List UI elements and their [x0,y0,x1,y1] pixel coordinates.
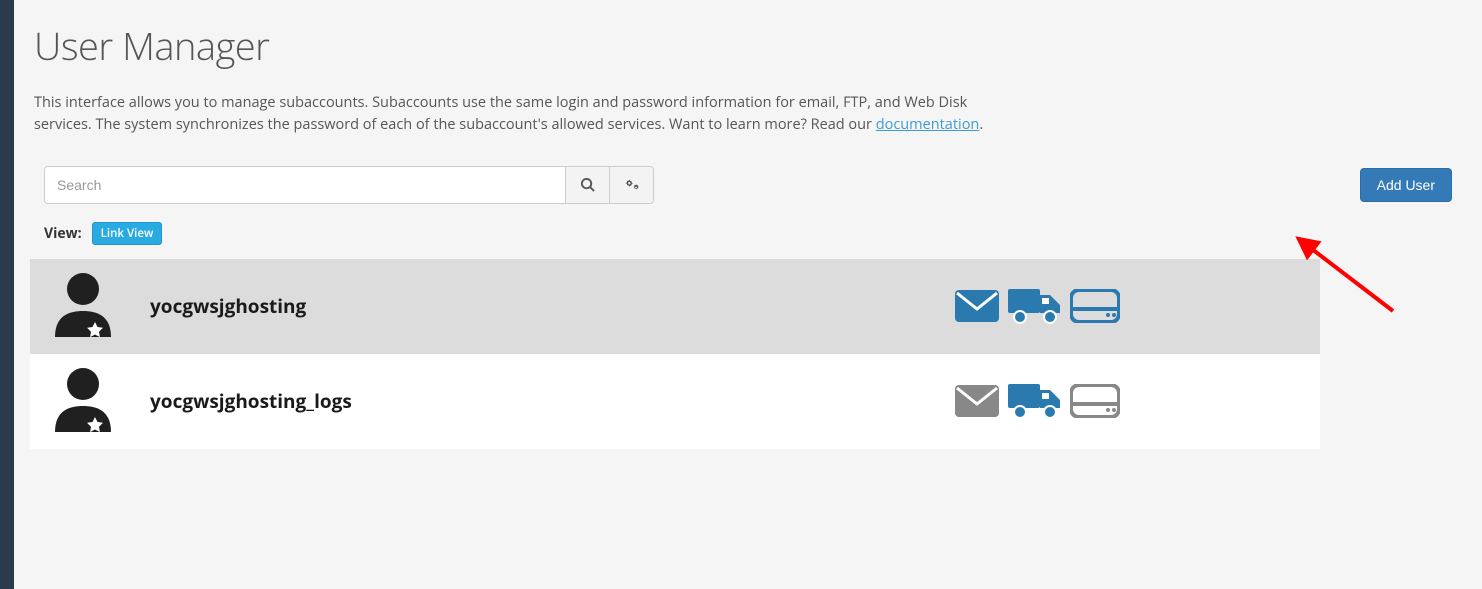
email-icon [954,384,1000,418]
toolbar: Add User [34,166,1462,204]
description-text: This interface allows you to manage suba… [34,93,967,134]
services [954,287,1300,325]
page-title: User Manager [34,20,1462,72]
ftp-icon [1008,382,1062,420]
main-content: User Manager This interface allows you t… [14,0,1482,449]
webdisk-icon [1070,289,1120,323]
search-button[interactable] [565,167,609,203]
ftp-icon [1008,287,1062,325]
add-user-button[interactable]: Add User [1360,168,1452,202]
view-badge[interactable]: Link View [92,222,163,245]
user-avatar-icon [50,364,116,434]
settings-button[interactable] [609,167,653,203]
email-icon [954,289,1000,323]
user-row[interactable]: yocgwsjghosting [30,259,1320,354]
search-input[interactable] [45,167,565,203]
service-email[interactable] [954,289,1000,323]
avatar [50,269,120,344]
documentation-link[interactable]: documentation [876,115,980,134]
user-row[interactable]: yocgwsjghosting_logs [30,354,1320,449]
search-group [44,166,654,204]
avatar [50,364,120,439]
service-webdisk[interactable] [1070,289,1120,323]
view-label: View: [44,224,82,243]
service-email[interactable] [954,384,1000,418]
user-list: yocgwsjghosting yocgwsjghosting_logs [30,259,1320,449]
service-webdisk[interactable] [1070,384,1120,418]
username: yocgwsjghosting [120,293,954,319]
user-avatar-icon [50,269,116,339]
sidebar-stub [0,0,14,589]
search-icon [580,177,595,192]
username: yocgwsjghosting_logs [120,388,954,414]
view-row: View: Link View [34,222,1462,245]
gears-icon [623,177,641,193]
service-ftp[interactable] [1008,382,1062,420]
service-ftp[interactable] [1008,287,1062,325]
page-description: This interface allows you to manage suba… [34,92,994,136]
webdisk-icon [1070,384,1120,418]
description-tail: . [979,115,983,134]
services [954,382,1300,420]
